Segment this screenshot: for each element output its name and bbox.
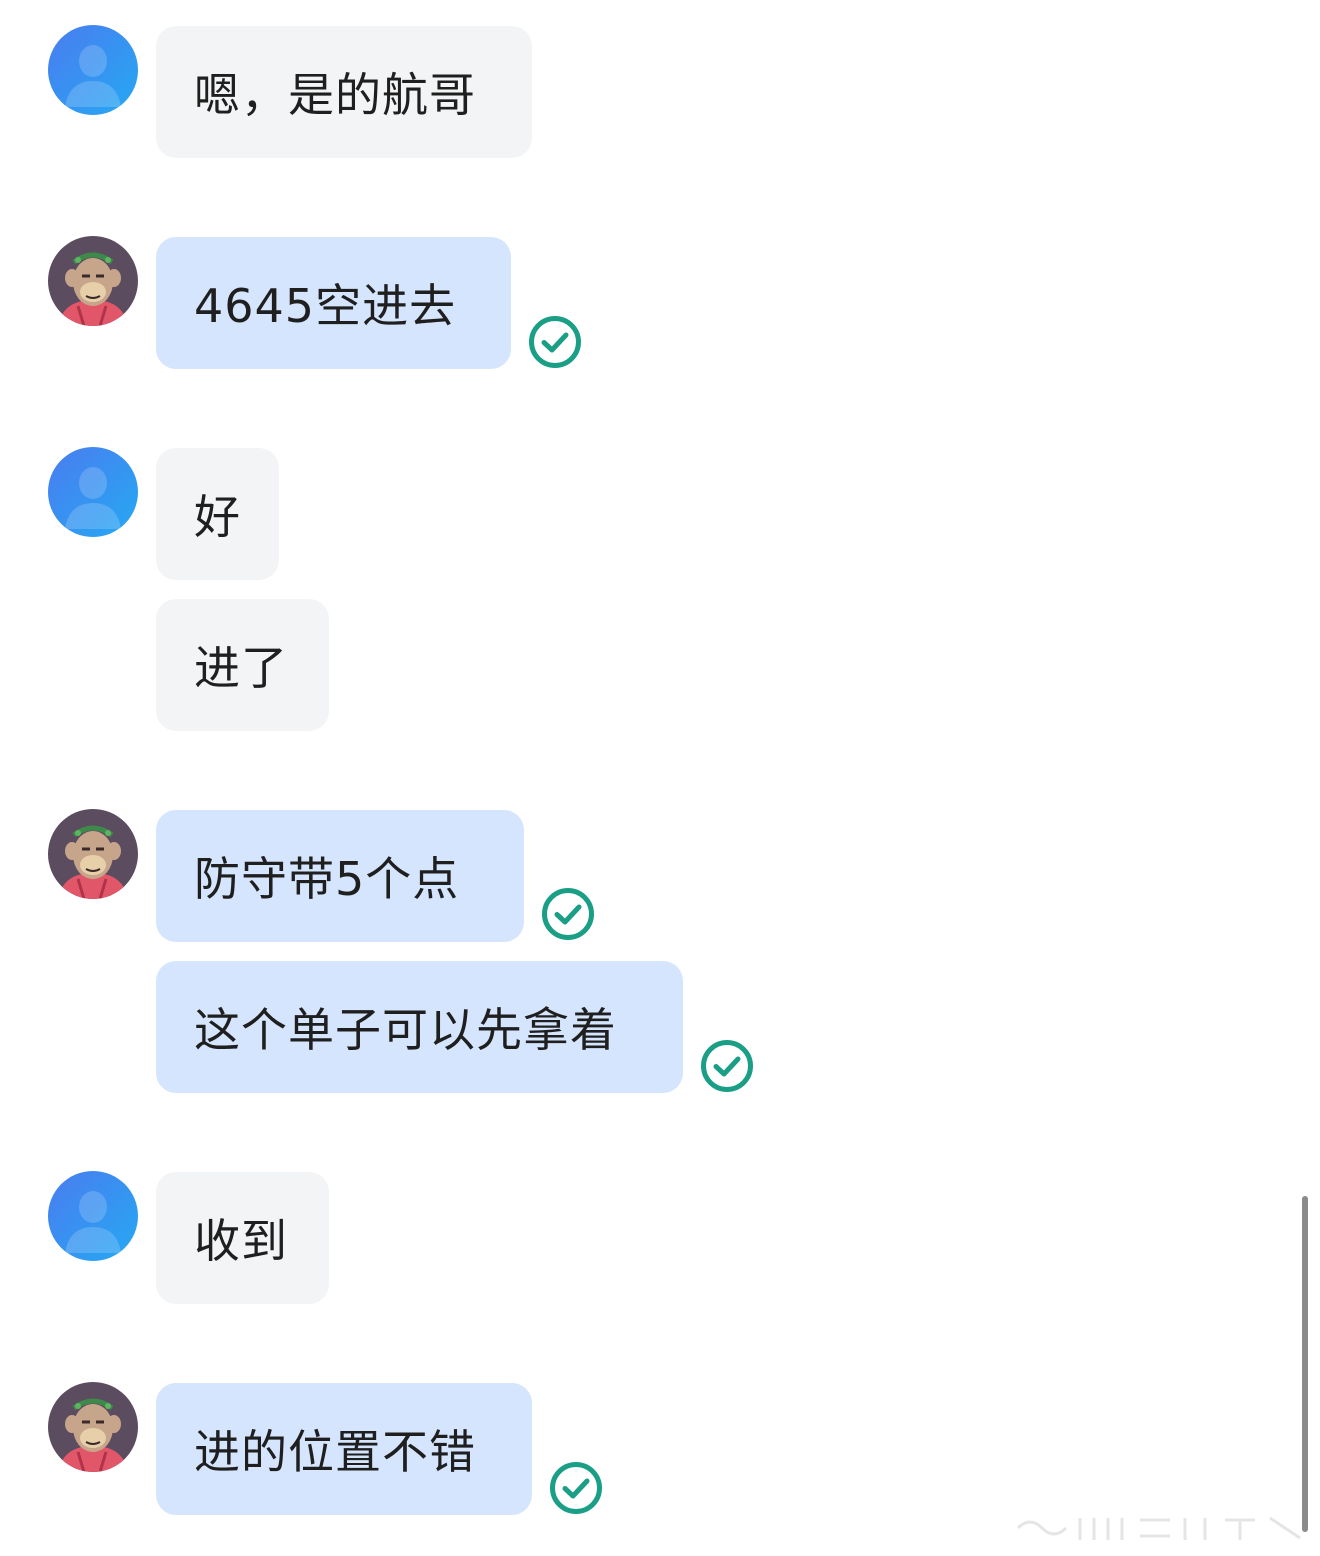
message-bubble-incoming[interactable]: 进了: [156, 599, 329, 731]
scrollbar[interactable]: [1302, 1196, 1308, 1532]
message-text: 收到: [194, 1214, 288, 1268]
default-person-icon[interactable]: [48, 25, 138, 115]
message-bubble-outgoing[interactable]: 4645空进去: [156, 237, 511, 369]
message-bubble-outgoing[interactable]: 进的位置不错: [156, 1383, 532, 1515]
message-bubble-incoming[interactable]: 收到: [156, 1172, 329, 1304]
read-check-icon: [540, 886, 596, 942]
ape-avatar[interactable]: [48, 809, 138, 899]
message-bubble-outgoing[interactable]: 这个单子可以先拿着: [156, 961, 683, 1093]
read-check-icon: [527, 314, 583, 370]
message-bubble-incoming[interactable]: 嗯，是的航哥: [156, 26, 532, 158]
default-person-icon[interactable]: [48, 447, 138, 537]
ape-avatar[interactable]: [48, 1382, 138, 1472]
message-text: 防守带5个点: [194, 852, 460, 906]
message-bubble-incoming[interactable]: 好: [156, 448, 279, 580]
default-person-icon[interactable]: [48, 1171, 138, 1261]
watermark-graphic: [1016, 1516, 1301, 1540]
read-check-icon: [699, 1038, 755, 1094]
read-check-icon: [548, 1460, 604, 1516]
message-text: 好: [194, 490, 241, 544]
message-text: 进的位置不错: [194, 1425, 476, 1479]
message-text: 嗯，是的航哥: [194, 68, 476, 122]
ape-avatar[interactable]: [48, 236, 138, 326]
message-text: 进了: [194, 641, 288, 695]
message-text: 这个单子可以先拿着: [194, 1003, 617, 1057]
message-bubble-outgoing[interactable]: 防守带5个点: [156, 810, 524, 942]
message-text: 4645空进去: [194, 279, 457, 333]
